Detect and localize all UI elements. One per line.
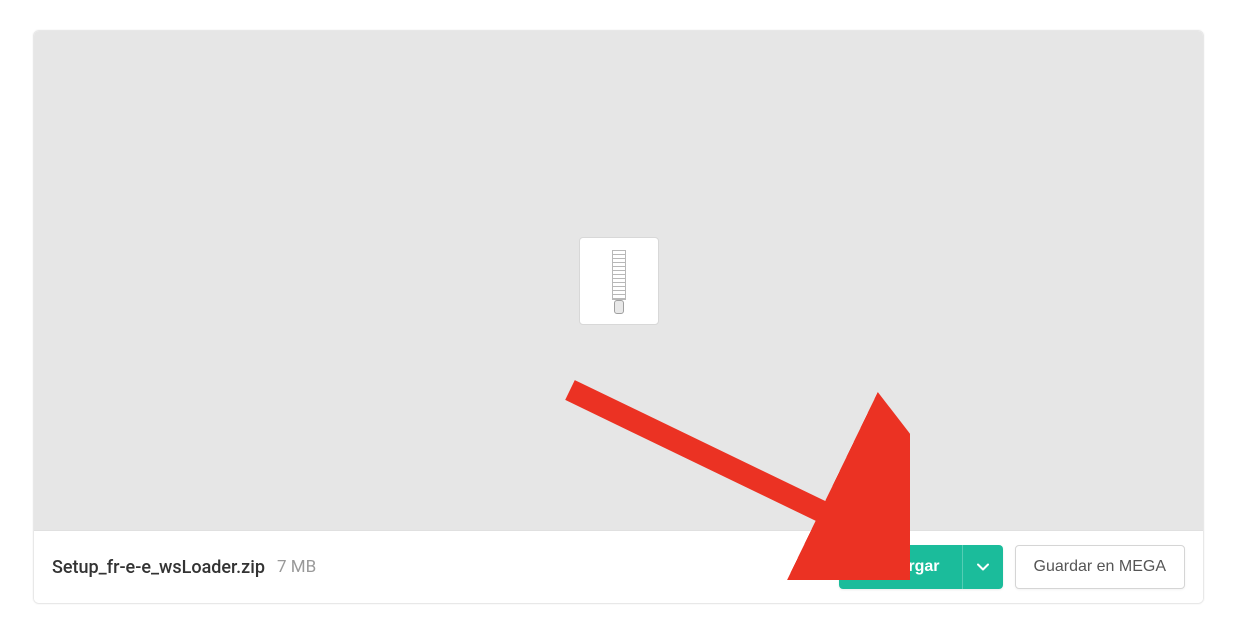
file-name: Setup_fr-e-e_wsLoader.zip (52, 557, 265, 578)
download-button[interactable]: Descargar (839, 545, 961, 589)
preview-area (34, 31, 1203, 531)
download-button-group: Descargar (839, 545, 1002, 589)
footer-bar: Setup_fr-e-e_wsLoader.zip 7 MB Descargar… (34, 531, 1203, 603)
file-card: Setup_fr-e-e_wsLoader.zip 7 MB Descargar… (33, 30, 1204, 604)
file-icon (579, 237, 659, 325)
save-to-mega-button[interactable]: Guardar en MEGA (1015, 545, 1186, 589)
download-dropdown-toggle[interactable] (962, 545, 1003, 589)
zip-icon (612, 250, 626, 312)
file-size: 7 MB (277, 557, 316, 577)
chevron-down-icon (977, 563, 989, 571)
